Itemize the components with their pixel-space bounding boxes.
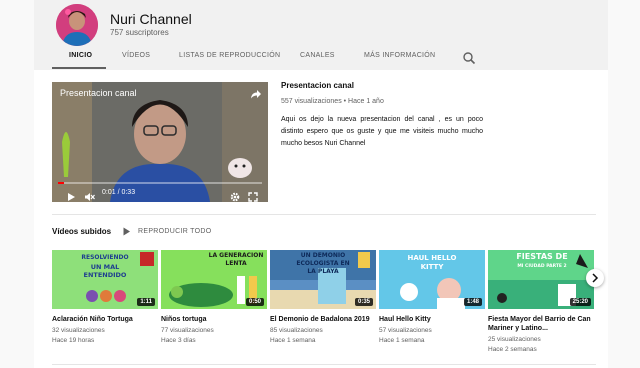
video-card[interactable]: RESOLVIENDO UN MAL ENTENDIDO 1:11 Aclaración… [52, 250, 158, 346]
video-frame [52, 82, 268, 202]
player-title[interactable]: Presentacion canal [60, 88, 137, 98]
thumbnail-text: HAUL HELLO [407, 254, 457, 262]
video-views: 25 visualizaciones [488, 336, 541, 343]
video-title[interactable]: El Demonio de Badalona 2019 [270, 315, 376, 324]
page-gutter-right [608, 0, 640, 368]
subscriber-count: 757 suscriptores [110, 28, 169, 37]
video-views: 32 visualizaciones [52, 327, 105, 334]
thumbnail-text: FIESTAS DE [516, 252, 568, 261]
video-views: 85 visualizaciones [270, 327, 323, 334]
thumbnail-text: ENTENDIDO [83, 271, 127, 279]
tab-canales[interactable]: CANALES [300, 52, 335, 59]
video-title[interactable]: Haul Hello Kitty [379, 315, 485, 324]
video-card[interactable]: FIESTAS DE MI CIUDAD PARTE 2 25:20 Fiesta M… [488, 250, 594, 355]
video-duration-badge: 1:11 [137, 298, 155, 306]
thumbnail-text: LA PLAYA [307, 268, 339, 275]
thumbnail-text: LENTA [225, 260, 247, 267]
page-gutter-left [0, 0, 34, 368]
video-thumbnail[interactable]: RESOLVIENDO UN MAL ENTENDIDO 1:11 [52, 250, 158, 309]
video-duration-badge: 0:35 [354, 298, 373, 306]
featured-video-title[interactable]: Presentacion canal [281, 81, 354, 90]
active-tab-indicator [52, 67, 106, 69]
play-icon[interactable] [66, 189, 76, 202]
video-card[interactable]: HAUL HELLO KITTY 1:48 Haul Hello Kitty 57 vi… [379, 250, 485, 346]
search-icon[interactable] [462, 51, 476, 65]
video-thumbnail[interactable]: UN DEMONIO ECOLOGISTA EN LA PLAYA 0:35 [270, 250, 376, 309]
featured-video-meta: 557 visualizaciones • Hace 1 año [281, 98, 384, 105]
video-age: Hace 19 horas [52, 337, 95, 344]
video-views: 57 visualizaciones [379, 327, 432, 334]
featured-video-player[interactable]: Presentacion canal 0:01 / 0:33 [52, 82, 268, 202]
featured-video-description: Aqui os dejo la nueva presentacion del c… [281, 116, 483, 147]
channel-header: Nuri Channel 757 suscriptores INICIO VÍD… [34, 0, 608, 70]
play-all-label: REPRODUCIR TODO [138, 228, 212, 235]
fullscreen-icon[interactable] [248, 189, 258, 202]
video-title[interactable]: Niños tortuga [161, 315, 267, 324]
play-icon [122, 227, 131, 238]
player-progress-fill [58, 182, 65, 184]
video-title[interactable]: Fiesta Mayor del Barrio de Can Mariner y… [488, 315, 594, 333]
section-divider [52, 214, 596, 215]
thumbnail-text: ECOLOGISTA EN [296, 260, 350, 267]
player-time: 0:01 / 0:33 [102, 189, 136, 196]
video-card[interactable]: UN DEMONIO ECOLOGISTA EN LA PLAYA 0:35 El De… [270, 250, 376, 346]
shelf-next-button[interactable] [586, 269, 604, 287]
video-duration-badge: 1:48 [463, 298, 482, 306]
tab-mas-informacion[interactable]: MÁS INFORMACIÓN [364, 52, 435, 59]
tab-videos[interactable]: VÍDEOS [122, 52, 150, 59]
section-divider-bottom [52, 364, 596, 365]
tab-listas[interactable]: LISTAS DE REPRODUCCIÓN [179, 52, 280, 59]
share-icon[interactable] [250, 87, 262, 105]
gear-icon[interactable] [230, 189, 240, 202]
thumbnail-text: RESOLVIENDO [81, 254, 129, 261]
uploads-section-title[interactable]: Vídeos subidos [52, 227, 111, 236]
channel-avatar[interactable] [56, 4, 98, 46]
video-age: Hace 1 semana [379, 337, 425, 344]
thumbnail-text: MI CIUDAD PARTE 2 [517, 264, 567, 269]
video-duration-badge: 25:20 [569, 298, 591, 306]
video-thumbnail[interactable]: FIESTAS DE MI CIUDAD PARTE 2 25:20 [488, 250, 594, 309]
tab-inicio[interactable]: INICIO [69, 52, 92, 59]
channel-name: Nuri Channel [110, 11, 192, 27]
video-age: Hace 1 semana [270, 337, 316, 344]
video-views: 77 visualizaciones [161, 327, 214, 334]
channel-tabs: INICIO VÍDEOS LISTAS DE REPRODUCCIÓN CAN… [34, 46, 608, 70]
video-title[interactable]: Aclaración Niño Tortuga [52, 315, 158, 324]
video-card[interactable]: LA GENERACION LENTA 0:50 Niños tortuga 77 vi… [161, 250, 267, 346]
thumbnail-text: LA GENERACION [208, 252, 264, 259]
video-thumbnail[interactable]: HAUL HELLO KITTY 1:48 [379, 250, 485, 309]
thumbnail-text: UN MAL [90, 263, 120, 271]
player-controls: 0:01 / 0:33 [52, 186, 268, 202]
mute-icon[interactable] [84, 189, 95, 202]
video-thumbnail[interactable]: LA GENERACION LENTA 0:50 [161, 250, 267, 309]
player-progress-bar[interactable] [58, 182, 262, 184]
video-duration-badge: 0:50 [245, 298, 264, 306]
thumbnail-text: UN DEMONIO [300, 252, 346, 259]
video-age: Hace 3 días [161, 337, 196, 344]
thumbnail-text: KITTY [420, 263, 444, 271]
video-age: Hace 2 semanas [488, 346, 537, 353]
